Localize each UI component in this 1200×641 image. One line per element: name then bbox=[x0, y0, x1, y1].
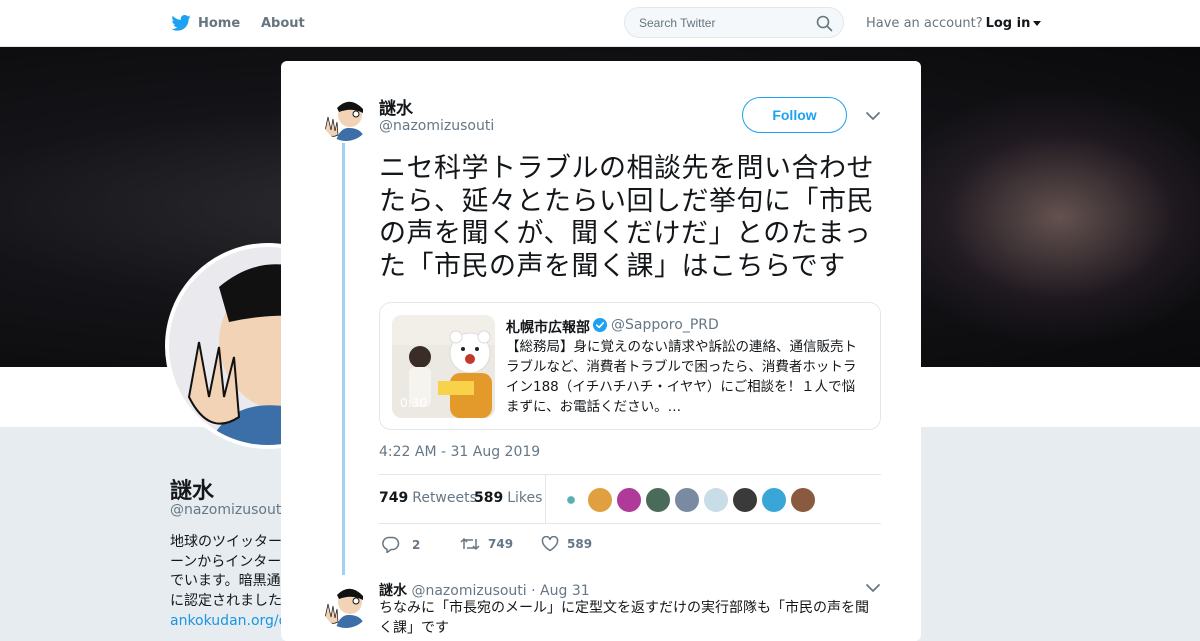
reply-author-name[interactable]: 謎水 bbox=[379, 583, 407, 599]
liker-avatar[interactable] bbox=[558, 487, 584, 513]
liker-avatar[interactable] bbox=[645, 487, 671, 513]
profile-website-link[interactable]: ankokudan.org/d/d/ bbox=[170, 613, 285, 629]
retweets-stat[interactable]: 749 Retweets bbox=[379, 490, 477, 506]
likes-stat[interactable]: 589 Likes bbox=[474, 490, 542, 506]
profile-bio: 地球のツイッター ーンからインター でいます。暗黒通 に認定されました bbox=[170, 534, 282, 609]
login-link[interactable]: Log in bbox=[986, 16, 1031, 31]
close-icon[interactable] bbox=[1152, 10, 1180, 38]
thread-connector-line bbox=[342, 143, 345, 575]
account-menu[interactable]: Have an account? Log in bbox=[866, 0, 1042, 46]
reply-date[interactable]: · Aug 31 bbox=[531, 583, 590, 599]
reply-author-avatar[interactable] bbox=[322, 580, 370, 628]
nav-home[interactable]: Home bbox=[171, 0, 240, 46]
like-action[interactable]: 589 bbox=[541, 536, 592, 552]
liker-avatar[interactable] bbox=[616, 487, 642, 513]
profile-handle: @nazomizusouti bbox=[170, 502, 286, 518]
retweet-count: 749 bbox=[488, 537, 514, 551]
nav-home-label: Home bbox=[198, 15, 241, 31]
reply-header: 謎水 @nazomizusouti · Aug 31 bbox=[379, 580, 590, 600]
quoted-tweet-card[interactable]: 0:30 札幌市広報部 @Sapporo_PRD 【総務局】身に覚えのない請求や… bbox=[379, 302, 881, 430]
retweet-action[interactable]: 749 bbox=[460, 536, 513, 552]
twitter-bird-icon bbox=[171, 15, 191, 31]
search-icon[interactable] bbox=[816, 15, 833, 32]
liker-avatar[interactable] bbox=[674, 487, 700, 513]
search-input[interactable] bbox=[637, 15, 811, 31]
tweet-stats: 749 Retweets 589 Likes bbox=[379, 474, 881, 524]
caret-down-icon bbox=[1033, 20, 1042, 26]
reply-author-handle[interactable]: @nazomizusouti bbox=[411, 583, 526, 599]
author-name[interactable]: 謎水 bbox=[379, 94, 413, 119]
video-duration: 0:30 bbox=[400, 396, 427, 410]
heart-icon bbox=[541, 536, 559, 552]
account-prompt: Have an account? bbox=[866, 15, 983, 31]
chevron-down-icon[interactable] bbox=[865, 580, 881, 596]
author-handle[interactable]: @nazomizusouti bbox=[379, 118, 494, 134]
retweets-count: 749 bbox=[379, 490, 409, 506]
likes-count: 589 bbox=[474, 490, 504, 506]
reply-text: ちなみに「市長宛のメール」に定型文を返すだけの実行部隊も「市民の声を聞く課」です bbox=[379, 600, 869, 636]
retweets-label: Retweets bbox=[412, 490, 477, 506]
quoted-author-handle: @Sapporo_PRD bbox=[611, 317, 719, 333]
quoted-author-name: 札幌市広報部 bbox=[506, 320, 590, 336]
top-navigation-bar: Home About Have an account? Log in bbox=[0, 0, 1200, 47]
chevron-down-icon[interactable] bbox=[865, 108, 881, 124]
quoted-tweet-text: 【総務局】身に覚えのない請求や訴訟の連絡、通信販売トラブルなど、消費者トラブルで… bbox=[506, 339, 857, 415]
like-count: 589 bbox=[567, 537, 593, 551]
search-box bbox=[624, 7, 844, 38]
liker-avatar[interactable] bbox=[703, 487, 729, 513]
video-thumbnail[interactable]: 0:30 bbox=[392, 315, 495, 418]
tweet-timestamp[interactable]: 4:22 AM - 31 Aug 2019 bbox=[379, 444, 540, 460]
nav-about-label: About bbox=[261, 15, 305, 31]
liker-avatar[interactable] bbox=[761, 487, 787, 513]
retweet-icon bbox=[460, 537, 480, 551]
likes-label: Likes bbox=[507, 490, 543, 506]
tweet-text: ニセ科学トラブルの相談先を問い合わせたら、延々とたらい回しだ挙句に「市民の声を聞… bbox=[379, 153, 874, 282]
nav-about[interactable]: About bbox=[261, 0, 305, 46]
liker-avatar[interactable] bbox=[790, 487, 816, 513]
liker-avatar[interactable] bbox=[587, 487, 613, 513]
verified-badge-icon bbox=[593, 318, 607, 332]
author-avatar[interactable] bbox=[322, 93, 370, 141]
stats-divider bbox=[545, 475, 546, 523]
reply-action[interactable]: 2 bbox=[381, 536, 420, 553]
liker-avatar[interactable] bbox=[732, 487, 758, 513]
reply-count: 2 bbox=[412, 537, 421, 552]
follow-button[interactable]: Follow bbox=[742, 97, 847, 133]
reply-icon bbox=[382, 536, 400, 553]
profile-name: 謎水 bbox=[170, 479, 215, 504]
